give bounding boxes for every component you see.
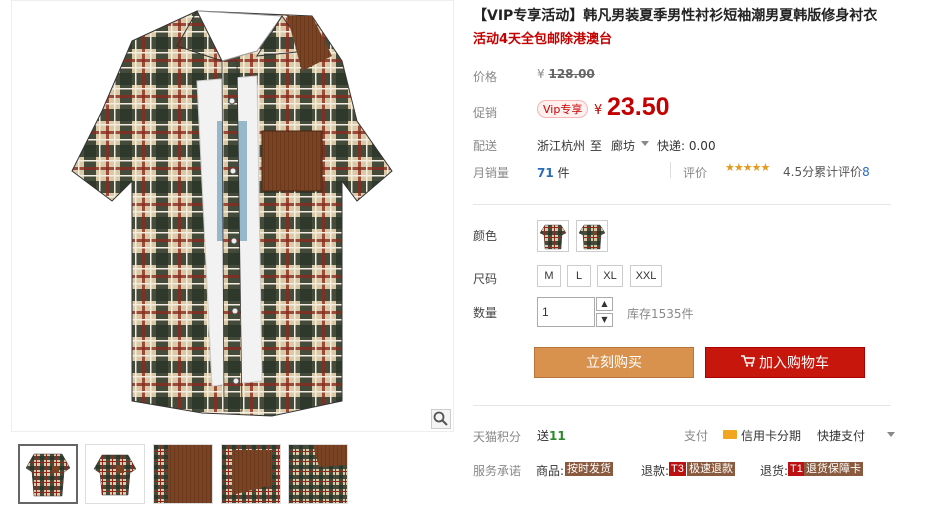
add-to-cart-label: 加入购物车	[759, 355, 829, 372]
service-goods-label: 商品:	[536, 464, 565, 478]
ship-from: 浙江杭州	[537, 139, 586, 153]
add-to-cart-button[interactable]: 加入购物车	[705, 347, 865, 378]
review-label: 评价	[683, 166, 708, 180]
service-goods-tag: 按时发货	[565, 462, 613, 476]
zoom-icon[interactable]	[431, 409, 451, 429]
product-gallery	[11, 0, 454, 514]
stock-count: 库存1535件	[627, 307, 694, 321]
ship-destination[interactable]: 廊坊	[611, 137, 635, 154]
buy-now-button[interactable]: 立刻购买	[534, 347, 694, 378]
ship-to-word: 至	[590, 139, 603, 153]
thumbnail-1[interactable]	[18, 444, 78, 504]
product-info: 【VIP专享活动】韩凡男装夏季男性衬衫短袖潮男夏韩版修身衬衣 活动4天全包邮除港…	[473, 0, 930, 514]
quantity-label: 数量	[473, 306, 498, 320]
size-option-xl[interactable]: XL	[597, 265, 623, 287]
rating-summary[interactable]: 4.5分累计评价8	[783, 163, 870, 180]
stepper-down-icon[interactable]: ▼	[596, 313, 613, 327]
rating-stars-icon: ★★★★★	[725, 161, 770, 174]
thumbnail-5[interactable]	[288, 444, 348, 504]
express-fee: 快递: 0.00	[657, 139, 716, 153]
service-return-tag: 退货保障卡	[804, 462, 863, 476]
vip-badge: Vip专享	[537, 100, 589, 118]
service-refund-mark: T3	[669, 462, 686, 476]
service-return-label: 退货:	[760, 464, 789, 478]
promo-currency-symbol: ¥	[594, 103, 603, 118]
points-value: 送11	[537, 427, 566, 444]
points-prefix: 送	[537, 429, 550, 443]
size-option-m[interactable]: M	[537, 265, 561, 287]
thumbnail-strip	[17, 444, 453, 506]
monthly-sales: 71 件	[537, 164, 570, 181]
promo-price: 23.50	[607, 93, 670, 121]
service-refund-label: 退款:	[641, 464, 670, 478]
shipping-label: 配送	[473, 139, 498, 153]
size-option-l[interactable]: L	[567, 265, 591, 287]
divider	[670, 162, 671, 178]
size-option-xxl[interactable]: XXL	[630, 265, 662, 287]
points-amount: 11	[549, 429, 566, 443]
stepper-up-icon[interactable]: ▲	[596, 297, 613, 311]
color-swatch-2[interactable]	[576, 220, 608, 252]
credit-card-icon	[723, 430, 737, 439]
monthly-sales-label: 月销量	[473, 166, 510, 180]
color-label: 颜色	[473, 229, 498, 243]
original-price: ¥ 128.00	[537, 67, 595, 81]
points-label: 天猫积分	[473, 430, 522, 444]
cart-icon	[741, 348, 755, 379]
rating-count: 8	[862, 165, 870, 179]
monthly-sales-count: 71	[537, 166, 554, 180]
promo-label: 促销	[473, 106, 498, 120]
quick-pay[interactable]: 快捷支付	[817, 427, 865, 444]
currency-symbol: ¥	[537, 67, 545, 81]
divider	[473, 204, 891, 205]
service-refund-tag: 极速退款	[687, 462, 735, 476]
original-price-value: 128.00	[548, 67, 595, 81]
thumbnail-3[interactable]	[153, 444, 213, 504]
product-title: 【VIP专享活动】韩凡男装夏季男性衬衫短袖潮男夏韩版修身衬衣	[473, 8, 878, 24]
credit-installment[interactable]: 信用卡分期	[741, 427, 801, 444]
divider	[473, 405, 891, 406]
thumbnail-4[interactable]	[221, 444, 281, 504]
color-swatch-1[interactable]	[537, 220, 569, 252]
shirt-illustration	[71, 9, 393, 417]
product-subtitle: 活动4天全包邮除港澳台	[473, 32, 613, 47]
monthly-sales-unit: 件	[557, 166, 570, 180]
size-label: 尺码	[473, 272, 498, 286]
payment-label: 支付	[684, 429, 709, 443]
price-label: 价格	[473, 70, 498, 84]
rating-text: 4.5分累计评价	[783, 165, 863, 179]
thumbnail-2[interactable]	[85, 444, 145, 504]
main-product-image[interactable]	[11, 0, 454, 432]
dropdown-icon[interactable]	[887, 432, 895, 437]
quantity-input[interactable]	[537, 297, 595, 327]
dropdown-icon[interactable]	[641, 141, 649, 146]
service-label: 服务承诺	[473, 464, 522, 478]
service-return-mark: T1	[788, 462, 805, 476]
